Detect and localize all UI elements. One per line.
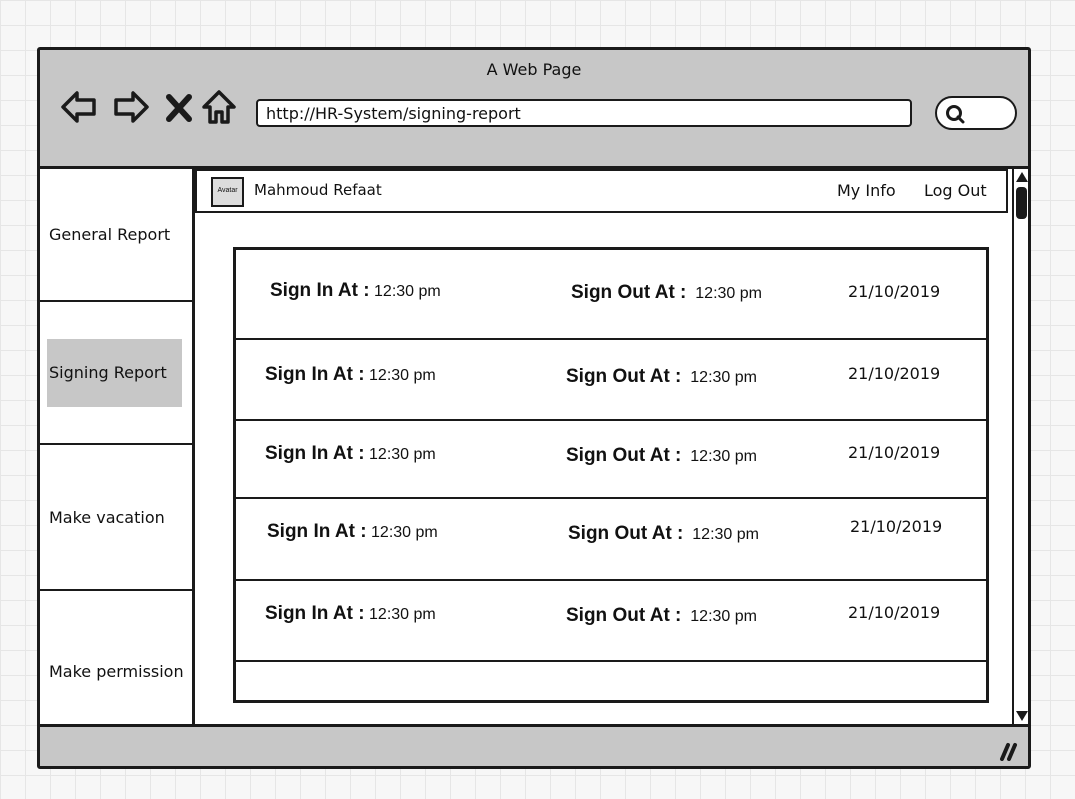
vertical-scrollbar[interactable] <box>1012 169 1029 724</box>
sidebar-item-make-vacation[interactable]: Make vacation <box>40 445 192 591</box>
sign-out-label: Sign Out At : <box>566 605 682 626</box>
sign-in-time: 12:30 pm <box>369 367 436 384</box>
sidebar-item-make-permission[interactable]: Make permission <box>40 591 192 724</box>
sign-date: 21/10/2019 <box>848 364 941 383</box>
list-item: Sign In At : 12:30 pm Sign Out At : 12:3… <box>236 499 986 581</box>
sign-out-field: Sign Out At : 12:30 pm <box>566 445 757 467</box>
scroll-up-arrow-icon[interactable] <box>1015 171 1029 183</box>
list-item: Sign In At : 12:30 pm Sign Out At : 12:3… <box>236 340 986 421</box>
sign-out-time: 12:30 pm <box>690 608 757 625</box>
home-icon[interactable] <box>200 88 238 126</box>
sign-in-field: Sign In At : 12:30 pm <box>265 364 436 386</box>
sign-out-label: Sign Out At : <box>566 445 682 466</box>
sign-in-field: Sign In At : 12:30 pm <box>270 280 441 302</box>
address-bar[interactable]: http://HR-System/signing-report <box>256 99 912 127</box>
sign-out-field: Sign Out At : 12:30 pm <box>566 605 757 627</box>
sign-out-label: Sign Out At : <box>566 366 682 387</box>
sign-in-time: 12:30 pm <box>369 446 436 463</box>
sign-in-field: Sign In At : 12:30 pm <box>267 521 438 543</box>
avatar[interactable]: Avatar <box>211 177 244 207</box>
sign-in-label: Sign In At : <box>265 443 365 464</box>
sign-in-time: 12:30 pm <box>369 606 436 623</box>
log-out-link[interactable]: Log Out <box>924 181 987 200</box>
window-title: A Web Page <box>486 60 582 79</box>
sign-out-time: 12:30 pm <box>690 369 757 386</box>
resize-grip-icon[interactable] <box>996 739 1018 761</box>
sign-in-label: Sign In At : <box>267 521 367 542</box>
avatar-label: Avatar <box>217 187 238 194</box>
user-header: Avatar Mahmoud Refaat My Info Log Out <box>195 169 1008 213</box>
user-name: Mahmoud Refaat <box>254 181 382 199</box>
sidebar-item-label: Signing Report <box>49 363 167 382</box>
search-icon <box>946 105 965 124</box>
sign-date: 21/10/2019 <box>848 443 941 462</box>
sign-out-time: 12:30 pm <box>692 526 759 543</box>
sidebar: General Report Signing Report Make vacat… <box>40 169 195 724</box>
sign-in-field: Sign In At : 12:30 pm <box>265 443 436 465</box>
list-item: Sign In At : 12:30 pm Sign Out At : 12:3… <box>236 250 986 340</box>
sidebar-item-label: Make vacation <box>49 507 165 527</box>
signing-report-list: Sign In At : 12:30 pm Sign Out At : 12:3… <box>233 247 989 703</box>
browser-window: A Web Page http://HR-System/signing-repo… <box>37 47 1031 769</box>
sign-in-label: Sign In At : <box>270 280 370 301</box>
forward-arrow-icon[interactable] <box>112 88 150 126</box>
sign-in-time: 12:30 pm <box>374 283 441 300</box>
close-icon[interactable] <box>164 88 194 126</box>
sign-date: 21/10/2019 <box>848 603 941 622</box>
list-item: Sign In At : 12:30 pm Sign Out At : 12:3… <box>236 421 986 499</box>
browser-toolbar: A Web Page http://HR-System/signing-repo… <box>40 50 1028 169</box>
sign-in-label: Sign In At : <box>265 364 365 385</box>
sign-out-time: 12:30 pm <box>690 448 757 465</box>
sidebar-item-label: Make permission <box>49 662 184 681</box>
sign-date: 21/10/2019 <box>848 282 941 301</box>
sign-out-field: Sign Out At : 12:30 pm <box>566 366 757 388</box>
scroll-down-arrow-icon[interactable] <box>1015 710 1029 722</box>
sign-in-label: Sign In At : <box>265 603 365 624</box>
my-info-link[interactable]: My Info <box>837 181 896 200</box>
sign-out-time: 12:30 pm <box>695 285 762 302</box>
sign-out-label: Sign Out At : <box>568 523 684 544</box>
sign-out-label: Sign Out At : <box>571 282 687 303</box>
sidebar-item-general-report[interactable]: General Report <box>40 169 192 302</box>
list-item: Sign In At : 12:30 pm Sign Out At : 12:3… <box>236 581 986 662</box>
sidebar-item-label: General Report <box>49 225 171 244</box>
back-arrow-icon[interactable] <box>60 88 98 126</box>
sign-out-field: Sign Out At : 12:30 pm <box>571 282 762 304</box>
sign-in-time: 12:30 pm <box>371 524 438 541</box>
status-bar <box>40 724 1028 766</box>
sign-date: 21/10/2019 <box>850 517 943 536</box>
scroll-thumb[interactable] <box>1016 187 1027 219</box>
main-content: Avatar Mahmoud Refaat My Info Log Out Si… <box>195 169 1012 724</box>
sidebar-item-signing-report[interactable]: Signing Report <box>40 302 192 445</box>
search-box[interactable] <box>935 96 1017 130</box>
sign-out-field: Sign Out At : 12:30 pm <box>568 523 759 545</box>
sign-in-field: Sign In At : 12:30 pm <box>265 603 436 625</box>
